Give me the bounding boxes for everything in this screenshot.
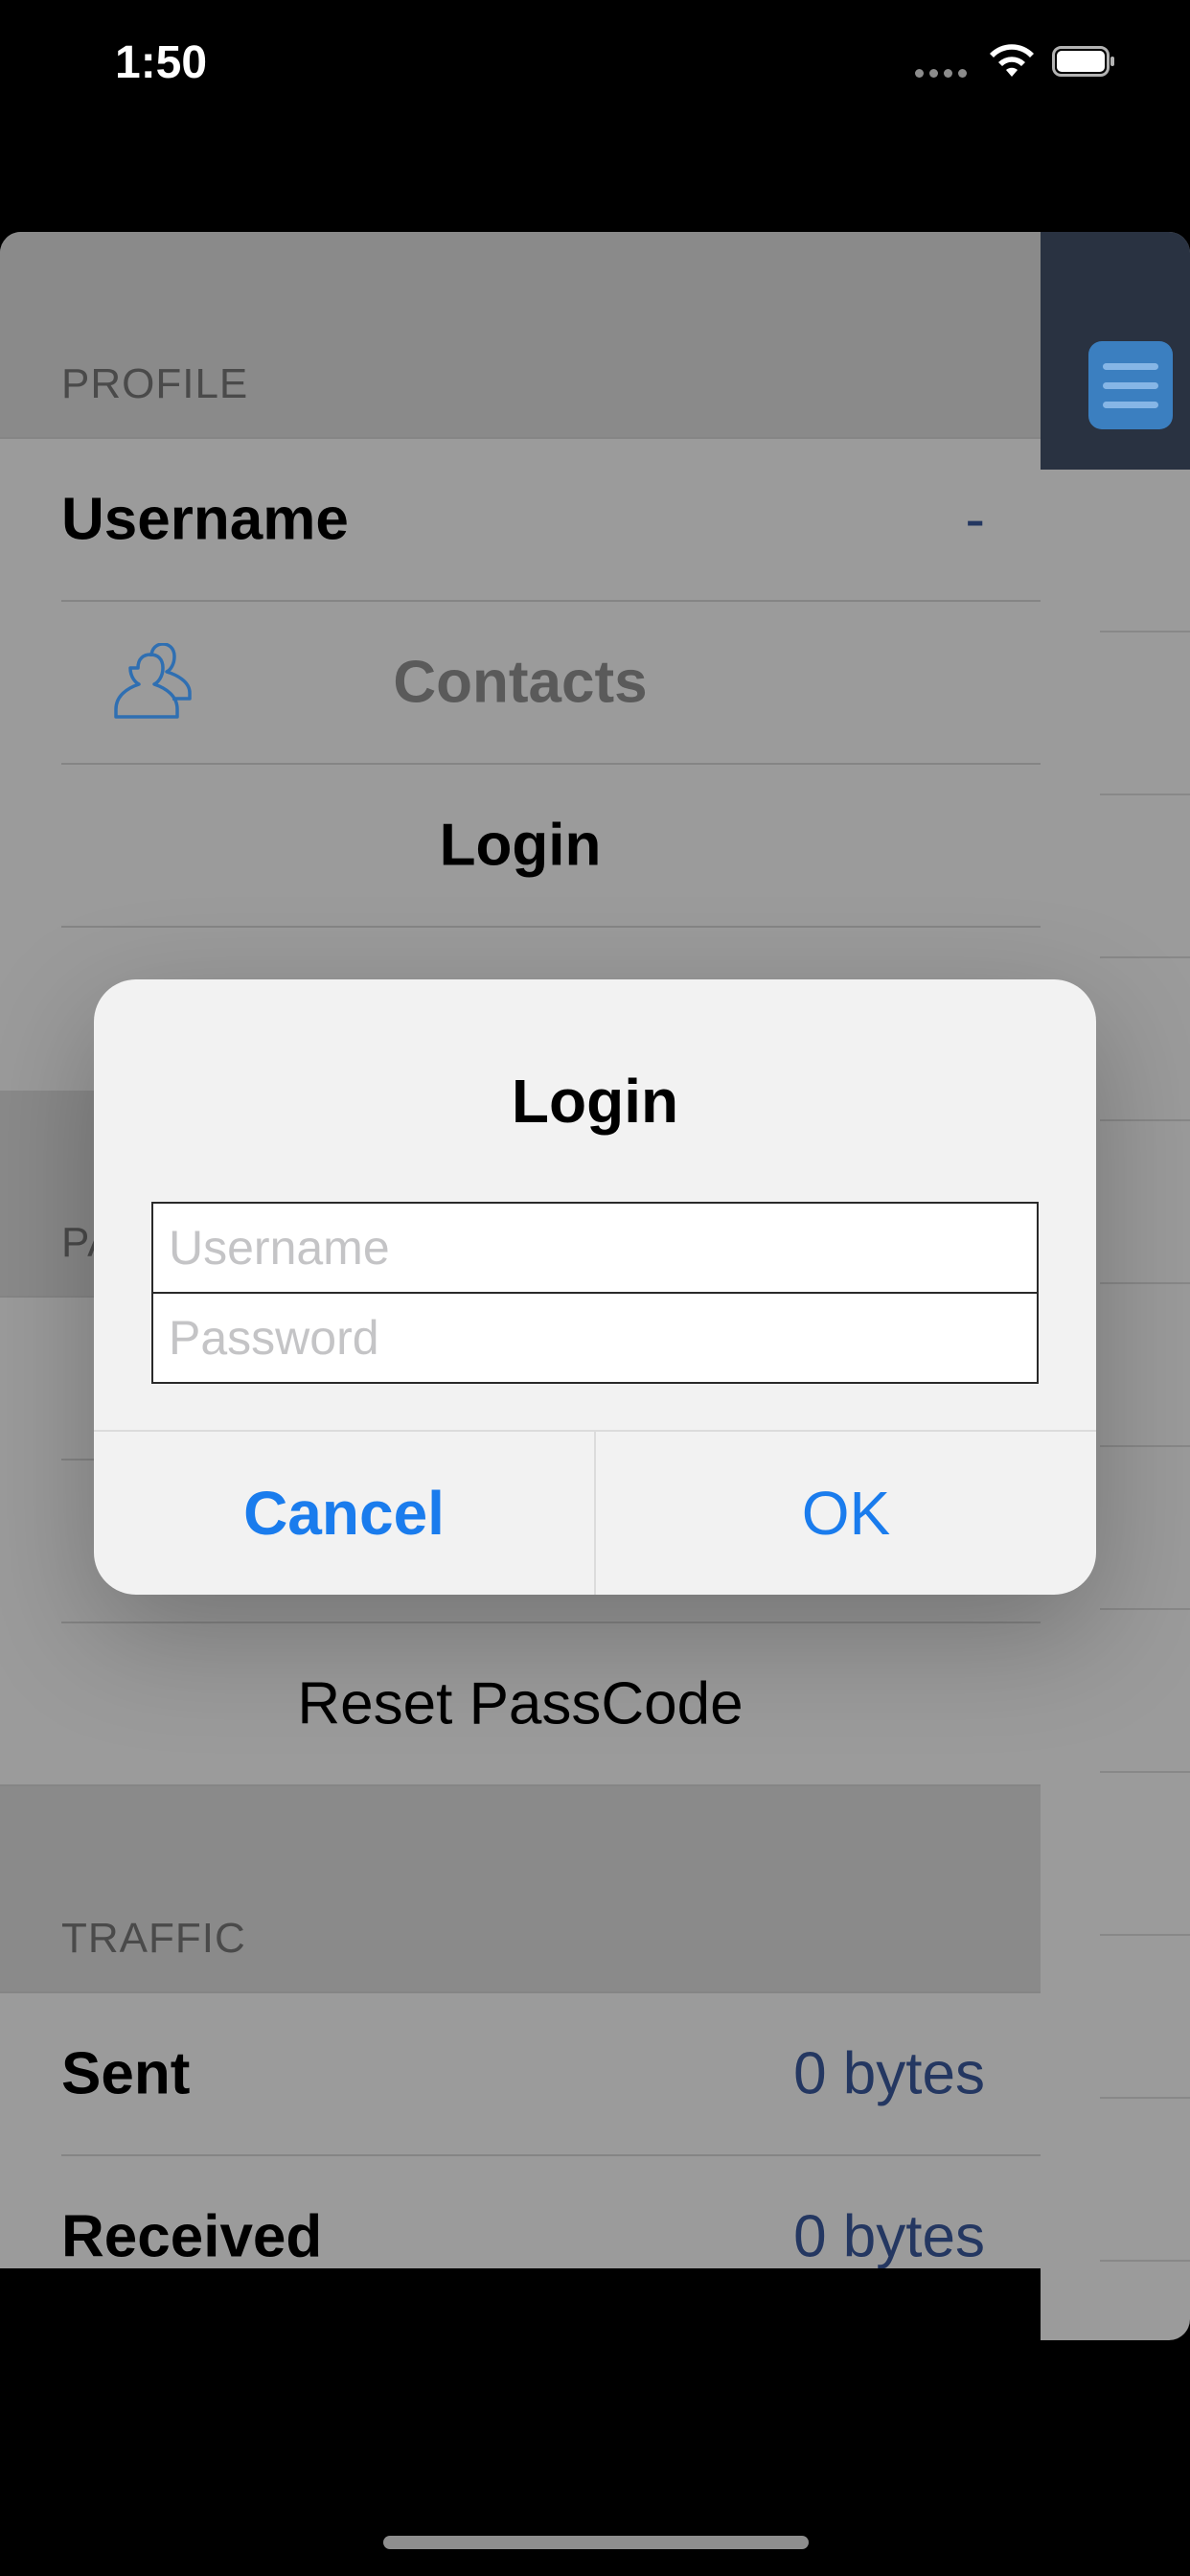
menu-icon[interactable] — [1088, 341, 1173, 429]
battery-icon — [1052, 46, 1114, 77]
divider — [1100, 1934, 1190, 1936]
login-label: Login — [439, 812, 602, 879]
login-dialog: Login Cancel OK — [94, 979, 1096, 1595]
status-time: 1:50 — [115, 37, 208, 88]
dialog-title: Login — [511, 1067, 679, 1136]
divider — [1100, 1119, 1190, 1121]
divider — [1100, 1445, 1190, 1447]
divider — [1100, 1771, 1190, 1773]
reset-passcode-row[interactable]: Reset PassCode — [0, 1623, 1041, 1784]
username-label: Username — [61, 486, 349, 553]
sent-row: Sent 0 bytes — [0, 1993, 1041, 2154]
divider — [1100, 956, 1190, 958]
login-row[interactable]: Login — [0, 765, 1041, 926]
contacts-row[interactable]: Contacts — [0, 602, 1041, 763]
received-value: 0 bytes — [793, 2203, 985, 2269]
profile-section-header: PROFILE — [0, 232, 1041, 437]
contacts-label: Contacts — [393, 649, 648, 716]
divider — [1100, 1608, 1190, 1610]
username-value: - — [965, 486, 985, 553]
signal-icon — [915, 69, 967, 78]
cancel-button[interactable]: Cancel — [94, 1432, 594, 1595]
side-panel-header — [1041, 232, 1190, 470]
divider — [1100, 2097, 1190, 2099]
received-row: Received 0 bytes — [0, 2156, 1041, 2268]
received-label: Received — [61, 2203, 323, 2269]
divider — [1100, 794, 1190, 795]
status-bar: 1:50 — [0, 0, 1190, 134]
password-input[interactable] — [153, 1294, 1037, 1382]
ok-button[interactable]: OK — [596, 1432, 1096, 1595]
username-input[interactable] — [153, 1204, 1037, 1292]
divider — [1100, 2260, 1190, 2262]
sent-value: 0 bytes — [793, 2040, 985, 2107]
username-row[interactable]: Username - — [0, 439, 1041, 600]
home-indicator[interactable] — [383, 2536, 809, 2549]
traffic-header-label: TRAFFIC — [61, 1915, 246, 1962]
traffic-section-header: TRAFFIC — [0, 1786, 1041, 1991]
reset-passcode-label: Reset PassCode — [297, 1670, 744, 1737]
username-field-box — [151, 1202, 1039, 1294]
wifi-icon — [990, 44, 1034, 77]
divider — [1100, 1282, 1190, 1284]
divider — [1100, 631, 1190, 632]
sent-label: Sent — [61, 2040, 191, 2107]
password-field-box — [151, 1292, 1039, 1384]
profile-header-label: PROFILE — [61, 360, 249, 407]
